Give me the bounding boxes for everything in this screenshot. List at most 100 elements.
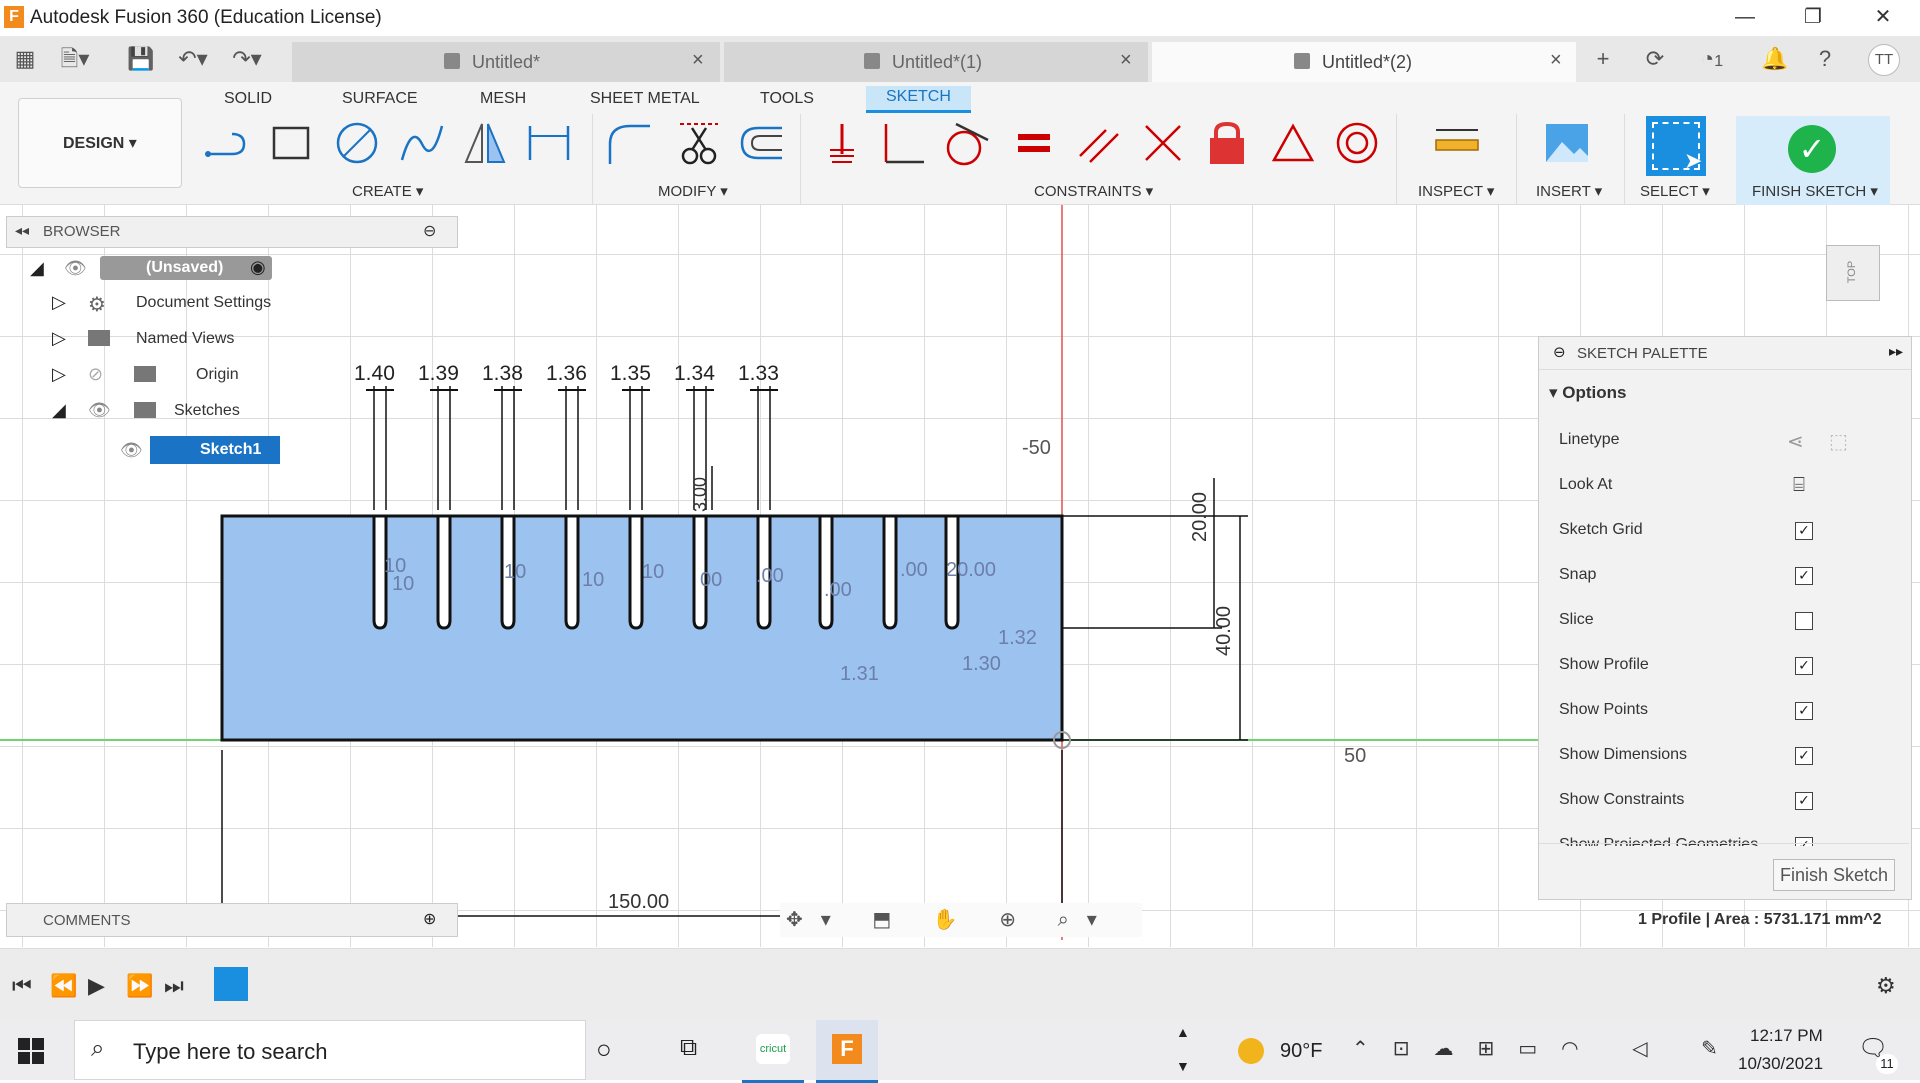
inner-dimension-label[interactable]: 20.00	[946, 559, 996, 581]
job-status-icon[interactable]: ◔1	[1690, 44, 1734, 74]
slot-9[interactable]	[882, 516, 898, 630]
inner-dimension-label[interactable]: 10	[504, 561, 526, 583]
new-tab-button[interactable]: +	[1588, 44, 1618, 74]
construction-linetype-icon[interactable]: ⋖	[1787, 429, 1804, 454]
expand-arrows-icon[interactable]: ▸▸	[1889, 343, 1903, 360]
dimension-40[interactable]: 40.00	[1213, 606, 1235, 656]
minus-circle-icon[interactable]: ⊖	[423, 221, 436, 241]
eye-icon[interactable]: 👁	[64, 258, 87, 279]
eye-icon[interactable]: 👁	[88, 400, 111, 421]
checkbox-checked[interactable]: ✓	[1795, 837, 1813, 846]
tab-surface[interactable]: SURFACE	[342, 90, 418, 108]
offset-tool-icon[interactable]	[738, 120, 784, 166]
top-dimension-label[interactable]: 1.38	[482, 362, 523, 385]
rectangle-tool-icon[interactable]	[268, 120, 314, 166]
slot-4[interactable]	[564, 516, 580, 630]
checkbox-checked[interactable]: ✓	[1795, 657, 1813, 675]
close-button[interactable]: ✕	[1854, 0, 1912, 36]
tab-sheet-metal[interactable]: SHEET METAL	[590, 90, 700, 108]
dimension-150[interactable]: 150.00	[608, 891, 669, 913]
play-icon[interactable]: ▶	[88, 973, 105, 999]
palette-row-linetype[interactable]: Linetype ⋖ ⬚	[1539, 427, 1899, 457]
constraints-menu[interactable]: CONSTRAINTS ▾	[1034, 182, 1153, 200]
step-forward-icon[interactable]: ⏩	[126, 973, 153, 999]
save-icon[interactable]: 💾	[126, 44, 156, 74]
palette-row-show-profile[interactable]: Show Profile ✓	[1539, 652, 1899, 682]
inner-dimension-label[interactable]: .00	[900, 559, 928, 581]
file-menu-icon[interactable]: 🗎▾	[60, 44, 90, 74]
checkbox-checked[interactable]: ✓	[1795, 522, 1813, 540]
palette-row-show-points[interactable]: Show Points ✓	[1539, 697, 1899, 727]
top-dimension-label[interactable]: 1.33	[738, 362, 779, 385]
select-tool-icon[interactable]: ➤	[1646, 116, 1706, 176]
system-tray-icons[interactable]: ⌃⊡☁⊞▭◠ ◁ ✎	[1352, 1036, 1742, 1061]
options-section[interactable]: ▾ Options	[1549, 383, 1626, 403]
palette-row-show-dimensions[interactable]: Show Dimensions ✓	[1539, 742, 1899, 772]
finish-sketch-button[interactable]: Finish Sketch	[1773, 859, 1895, 891]
insert-image-icon[interactable]	[1544, 120, 1590, 166]
palette-row-snap[interactable]: Snap ✓	[1539, 562, 1899, 592]
browser-panel-header[interactable]: ◂◂ BROWSER ⊖	[6, 216, 458, 248]
navigation-bar[interactable]: ✥▾ ⬒ ✋ ⊕ ⌕▾ ▭▾ ▦▾ ▤▾	[780, 903, 1142, 947]
spline-tool-icon[interactable]	[398, 120, 444, 166]
expand-triangle-icon[interactable]: ▷	[52, 292, 66, 313]
notifications-icon[interactable]: 🔔	[1760, 44, 1790, 74]
concentric-constraint-icon[interactable]	[1334, 120, 1380, 166]
dimension-20[interactable]: 20.00	[1189, 492, 1211, 542]
tab-solid[interactable]: SOLID	[224, 90, 272, 108]
fix-lock-icon[interactable]	[1204, 120, 1250, 166]
select-menu[interactable]: SELECT ▾	[1640, 182, 1710, 200]
look-at-icon[interactable]: ⌸	[1793, 474, 1805, 497]
dimension-3[interactable]: 3.00	[690, 477, 710, 512]
extensions-icon[interactable]: ⟳	[1640, 44, 1670, 74]
tab-mesh[interactable]: MESH	[480, 90, 526, 108]
finish-check-icon[interactable]: ✓	[1788, 125, 1836, 173]
weather-temp[interactable]: 90°F	[1280, 1040, 1322, 1063]
top-dimension-label[interactable]: 1.36	[546, 362, 587, 385]
cricut-app-icon[interactable]: cricut	[742, 1020, 804, 1083]
checkbox-checked[interactable]: ✓	[1795, 792, 1813, 810]
tray-scroll-down-icon[interactable]: ▼	[1176, 1058, 1190, 1074]
expand-triangle-icon[interactable]: ▷	[52, 328, 66, 349]
tab-untitled-2[interactable]: Untitled*(2) ×	[1152, 42, 1576, 82]
measure-ruler-icon[interactable]	[1434, 120, 1480, 166]
tab-close-icon[interactable]: ×	[1550, 49, 1562, 72]
insert-menu[interactable]: INSERT ▾	[1536, 182, 1602, 200]
inner-dimension-label[interactable]: 10	[582, 569, 604, 591]
help-icon[interactable]: ?	[1810, 44, 1840, 74]
redo-icon[interactable]: ↷▾	[232, 44, 262, 74]
inner-dimension-label[interactable]: .00	[756, 565, 784, 587]
inner-dimension-label[interactable]: 00	[700, 569, 722, 591]
dimension-tool-icon[interactable]	[526, 120, 572, 166]
perpendicular-constraint-icon[interactable]	[880, 120, 926, 166]
line-tool-icon[interactable]	[204, 120, 250, 166]
tab-untitled-1[interactable]: Untitled*(1) ×	[724, 42, 1148, 82]
fusion-app-icon[interactable]: F	[816, 1020, 878, 1083]
tab-sketch[interactable]: SKETCH	[866, 86, 971, 113]
finish-sketch-menu[interactable]: FINISH SKETCH ▾	[1752, 182, 1878, 200]
clock-date[interactable]: 10/30/2021	[1738, 1054, 1823, 1074]
fillet-tool-icon[interactable]	[606, 120, 652, 166]
timeline-sketch-feature[interactable]	[214, 967, 248, 1001]
palette-row-sketch-grid[interactable]: Sketch Grid ✓	[1539, 517, 1899, 547]
minimize-button[interactable]: —	[1716, 0, 1774, 36]
slot-8[interactable]	[818, 516, 834, 630]
data-panel-grid-icon[interactable]: ▦	[10, 44, 40, 74]
symmetry-triangle-icon[interactable]	[1270, 120, 1316, 166]
step-back-icon[interactable]: ⏪	[50, 973, 77, 999]
collapse-triangle-icon[interactable]: ◢	[52, 400, 66, 421]
cortana-circle-icon[interactable]: ○	[596, 1034, 612, 1065]
inner-dimension-label[interactable]: 10	[642, 561, 664, 583]
checkbox-checked[interactable]: ✓	[1795, 702, 1813, 720]
tab-close-icon[interactable]: ×	[692, 49, 704, 72]
minus-circle-icon[interactable]: ⊖	[1553, 343, 1566, 361]
mirror-tool-icon[interactable]	[462, 120, 508, 166]
palette-row-slice[interactable]: Slice	[1539, 607, 1899, 637]
inspect-menu[interactable]: INSPECT ▾	[1418, 182, 1494, 200]
taskbar-search-box[interactable]: ⌕ Type here to search	[74, 1020, 586, 1080]
weather-sun-icon[interactable]	[1238, 1038, 1264, 1064]
comments-panel[interactable]: COMMENTS ⊕	[6, 903, 458, 937]
checkbox-checked[interactable]: ✓	[1795, 567, 1813, 585]
modify-menu[interactable]: MODIFY ▾	[658, 182, 728, 200]
collapse-arrows-icon[interactable]: ◂◂	[15, 222, 29, 239]
